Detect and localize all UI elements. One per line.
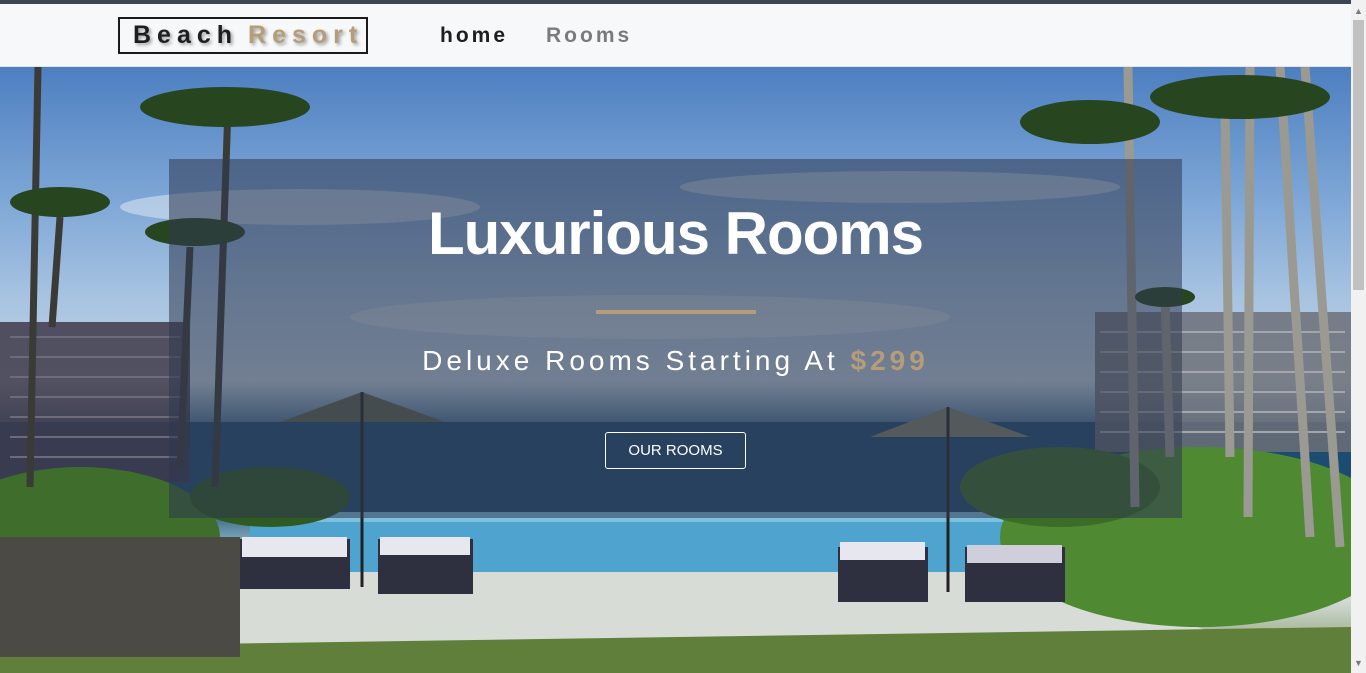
our-rooms-button[interactable]: OUR ROOMS	[605, 432, 746, 469]
brand-name-part1: Beach	[133, 21, 239, 49]
nav-link-home[interactable]: home	[440, 24, 508, 48]
brand-logo[interactable]: Beach Resort	[118, 17, 368, 54]
hero-subtitle-text: Deluxe Rooms Starting At	[422, 345, 839, 376]
hero-banner: Luxurious Rooms Deluxe Rooms Starting At…	[169, 159, 1182, 518]
hero-title: Luxurious Rooms	[427, 200, 924, 267]
scroll-up-icon[interactable]: ▲	[1351, 4, 1366, 19]
brand-name-part2: Resort	[248, 21, 364, 49]
scrollbar-thumb[interactable]	[1353, 20, 1364, 290]
hero-price: $299	[850, 345, 929, 376]
hero-subtitle: Deluxe Rooms Starting At $299	[169, 345, 1182, 377]
hero-divider	[596, 310, 756, 314]
navbar: Beach Resort home Rooms	[0, 4, 1351, 67]
vertical-scrollbar[interactable]: ▲ ▼	[1351, 0, 1366, 673]
nav-link-rooms[interactable]: Rooms	[546, 24, 632, 48]
hero-section: Luxurious Rooms Deluxe Rooms Starting At…	[0, 67, 1351, 673]
scroll-down-icon[interactable]: ▼	[1351, 656, 1366, 671]
